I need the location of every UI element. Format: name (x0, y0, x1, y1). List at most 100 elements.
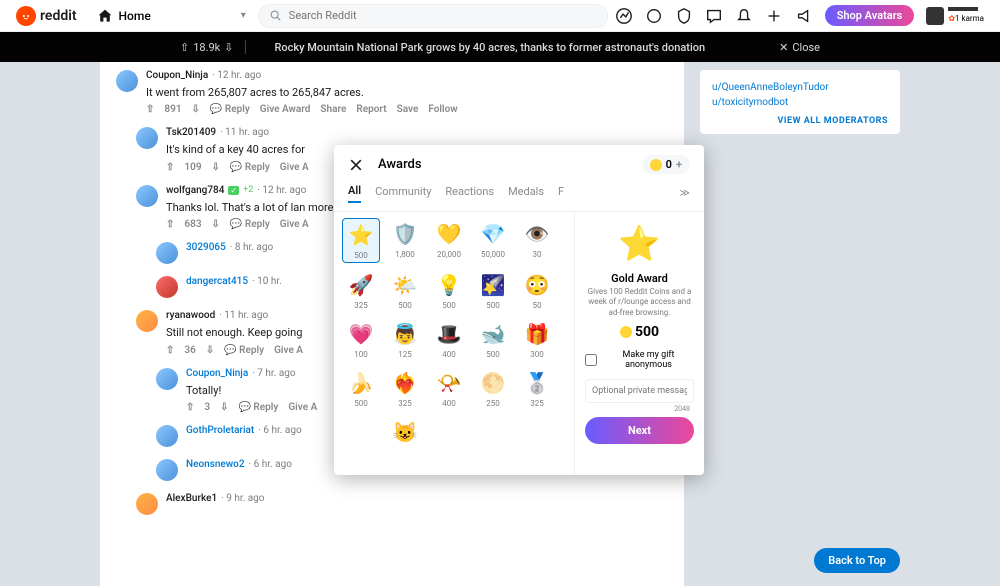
anonymous-checkbox[interactable] (585, 354, 597, 366)
award-item[interactable]: 💡500 (430, 269, 468, 312)
mod-link[interactable]: u/QueenAnneBoleynTudor (712, 82, 888, 93)
award-item[interactable]: 🌤️500 (386, 269, 424, 312)
award-item[interactable] (430, 416, 468, 450)
give-award-button[interactable]: Give A (288, 402, 317, 413)
award-item[interactable]: 👁️30 (518, 218, 556, 263)
award-item[interactable]: 🎩400 (430, 318, 468, 361)
comment-author[interactable]: ryanawood (166, 310, 215, 321)
create-post-icon[interactable] (765, 7, 783, 25)
award-item[interactable]: 😺 (386, 416, 424, 450)
search-bar[interactable] (258, 4, 608, 28)
award-tab[interactable]: Medals (508, 185, 544, 202)
comment-avatar[interactable] (156, 368, 178, 390)
reply-button[interactable]: 💬 Reply (230, 219, 270, 230)
award-item[interactable]: 🌕250 (474, 367, 512, 410)
award-item[interactable]: ❤️‍🔥325 (386, 367, 424, 410)
give-award-button[interactable]: Give A (274, 345, 303, 356)
comment-author[interactable]: wolfgang784 (166, 185, 224, 196)
scroll-tabs-icon[interactable]: ≫ (680, 188, 690, 199)
award-item[interactable]: 🌠500 (474, 269, 512, 312)
upvote-icon[interactable]: ⇧ (166, 162, 174, 173)
back-to-top-button[interactable]: Back to Top (814, 548, 900, 573)
comment-avatar[interactable] (136, 185, 158, 207)
award-item[interactable]: 💗100 (342, 318, 380, 361)
close-icon[interactable] (348, 157, 364, 173)
upvote-icon[interactable]: ⇧ (146, 104, 154, 115)
comment-avatar[interactable] (116, 70, 138, 92)
downvote-icon[interactable]: ⇩ (220, 402, 228, 413)
search-input[interactable] (289, 9, 597, 22)
award-item[interactable]: 💎50,000 (474, 218, 512, 263)
upvote-icon[interactable]: ⇧ (180, 41, 189, 54)
award-item[interactable] (342, 416, 380, 450)
comment-avatar[interactable] (156, 459, 178, 481)
give-award-button[interactable]: Give Award (260, 104, 311, 115)
reply-button[interactable]: 💬 Reply (210, 104, 250, 115)
popular-icon[interactable] (615, 7, 633, 25)
comment-avatar[interactable] (136, 493, 158, 515)
comment-author[interactable]: Coupon_Ninja (146, 70, 208, 81)
award-item[interactable]: 😳50 (518, 269, 556, 312)
award-item[interactable]: ⭐500 (342, 218, 380, 263)
next-button[interactable]: Next (585, 417, 694, 444)
award-item[interactable]: 👼125 (386, 318, 424, 361)
downvote-icon[interactable]: ⇩ (206, 345, 214, 356)
user-menu[interactable]: ✿1 karma (926, 7, 984, 25)
reply-button[interactable]: 💬 Reply (230, 162, 270, 173)
award-item[interactable] (518, 416, 556, 450)
home-button[interactable]: Home (97, 8, 151, 24)
comment-avatar[interactable] (156, 276, 178, 298)
shop-avatars-button[interactable]: Shop Avatars (825, 5, 915, 26)
comment-author[interactable]: Tsk201409 (166, 127, 216, 138)
downvote-icon[interactable]: ⇩ (224, 41, 233, 54)
reply-button[interactable]: 💬 Reply (224, 345, 264, 356)
give-award-button[interactable]: Give A (280, 219, 309, 230)
add-coins-button[interactable]: + (676, 158, 682, 171)
downvote-icon[interactable]: ⇩ (212, 219, 220, 230)
private-message-input[interactable] (585, 379, 694, 403)
comment-avatar[interactable] (156, 242, 178, 264)
comment-avatar[interactable] (136, 127, 158, 149)
award-item[interactable] (474, 416, 512, 450)
award-item[interactable]: 📯400 (430, 367, 468, 410)
award-item[interactable]: 🎁300 (518, 318, 556, 361)
award-tab[interactable]: F (558, 185, 564, 202)
mod-link[interactable]: u/toxicitymodbot (712, 97, 888, 108)
coin-icon[interactable] (645, 7, 663, 25)
upvote-icon[interactable]: ⇧ (186, 402, 194, 413)
close-post-button[interactable]: ✕ Close (779, 41, 820, 54)
moderation-icon[interactable] (675, 7, 693, 25)
comment-author[interactable]: dangercat415 (186, 276, 248, 287)
upvote-icon[interactable]: ⇧ (166, 345, 174, 356)
report-button[interactable]: Report (356, 104, 386, 115)
comment-author[interactable]: 3029065 (186, 242, 226, 253)
save-button[interactable]: Save (397, 104, 419, 115)
comment-author[interactable]: AlexBurke1 (166, 493, 217, 504)
downvote-icon[interactable]: ⇩ (192, 104, 200, 115)
award-item[interactable]: 🐋500 (474, 318, 512, 361)
upvote-icon[interactable]: ⇧ (166, 219, 174, 230)
share-button[interactable]: Share (320, 104, 346, 115)
notifications-icon[interactable] (735, 7, 753, 25)
chat-icon[interactable] (705, 7, 723, 25)
award-item[interactable]: 💛20,000 (430, 218, 468, 263)
award-item[interactable]: 🥈325 (518, 367, 556, 410)
comment-avatar[interactable] (156, 425, 178, 447)
comment-avatar[interactable] (136, 310, 158, 332)
reply-button[interactable]: 💬 Reply (239, 402, 279, 413)
award-item[interactable]: 🍌500 (342, 367, 380, 410)
comment-author[interactable]: GothProletariat (186, 425, 254, 436)
advertise-icon[interactable] (795, 7, 813, 25)
give-award-button[interactable]: Give A (280, 162, 309, 173)
comment-author[interactable]: Neonsnewo2 (186, 459, 245, 470)
comment-author[interactable]: Coupon_Ninja (186, 368, 248, 379)
follow-button[interactable]: Follow (428, 104, 457, 115)
chevron-down-icon[interactable]: ▾ (241, 10, 246, 21)
view-all-mods[interactable]: VIEW ALL MODERATORS (712, 116, 888, 126)
downvote-icon[interactable]: ⇩ (212, 162, 220, 173)
award-tab[interactable]: All (348, 184, 361, 203)
award-item[interactable]: 🚀325 (342, 269, 380, 312)
award-tab[interactable]: Community (375, 185, 431, 202)
reddit-logo[interactable]: reddit (16, 6, 77, 26)
award-tab[interactable]: Reactions (445, 185, 494, 202)
